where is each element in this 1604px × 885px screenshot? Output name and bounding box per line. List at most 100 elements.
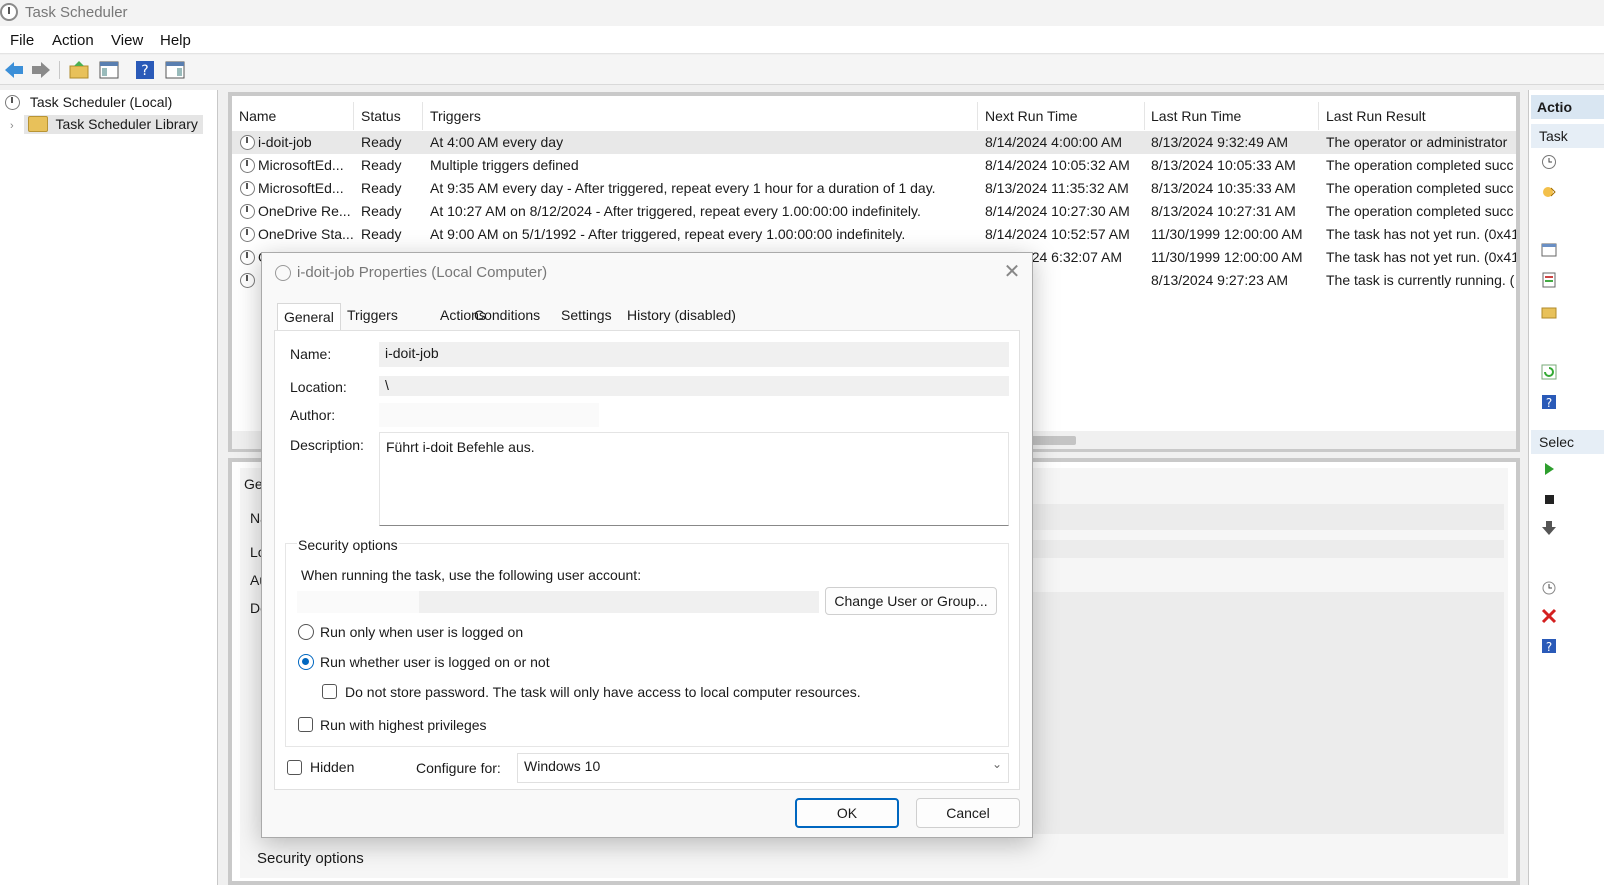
- security-options-title: Security options: [297, 537, 399, 553]
- column-header-name[interactable]: Name: [239, 108, 276, 124]
- column-divider[interactable]: [977, 102, 978, 130]
- folder-up-icon[interactable]: [68, 59, 90, 81]
- menu-file[interactable]: File: [10, 32, 34, 49]
- help-icon[interactable]: ?: [134, 59, 156, 81]
- task-clock-icon: [240, 158, 255, 173]
- hidden-checkbox[interactable]: [287, 760, 302, 775]
- table-row[interactable]: MicrosoftEd... Ready Multiple triggers def…: [232, 154, 1516, 177]
- tab-settings[interactable]: Settings: [561, 307, 612, 329]
- horizontal-scrollbar-thumb[interactable]: [1030, 436, 1076, 445]
- actions-section-task[interactable]: Task: [1531, 124, 1604, 148]
- column-header-last-run-time[interactable]: Last Run Time: [1151, 108, 1241, 124]
- cell-next-run-time: 8/14/2024 4:00:00 AM: [985, 134, 1122, 150]
- tree-item-library[interactable]: › Task Scheduler Library: [10, 115, 203, 137]
- table-row[interactable]: OneDrive Re... Ready At 10:27 AM on 8/12/2…: [232, 200, 1516, 223]
- hidden-label[interactable]: Hidden: [310, 759, 354, 775]
- cell-last-run-result: The operator or administrator: [1326, 134, 1508, 150]
- disable-down-arrow-icon[interactable]: [1541, 520, 1557, 536]
- show-hide-action-pane-icon[interactable]: [164, 59, 186, 81]
- tab-history[interactable]: History (disabled): [627, 307, 736, 329]
- radio-run-whether[interactable]: [298, 654, 314, 670]
- column-divider[interactable]: [1144, 102, 1145, 130]
- cell-next-run-time: 8/14/2024 10:05:32 AM: [985, 157, 1130, 173]
- cell-triggers: At 10:27 AM on 8/12/2024 - After trigger…: [430, 203, 921, 219]
- close-icon[interactable]: ✕: [998, 259, 1026, 285]
- table-row[interactable]: i-doit-job Ready At 4:00 AM every day 8/14/…: [232, 131, 1516, 154]
- import-task-icon[interactable]: [1541, 184, 1557, 200]
- menu-view[interactable]: View: [111, 32, 143, 49]
- tree-item-root[interactable]: Task Scheduler (Local): [5, 94, 172, 116]
- svg-text:?: ?: [141, 63, 148, 79]
- actions-pane: Actio Task ? Selec ?: [1528, 90, 1604, 885]
- radio-run-whether-label[interactable]: Run whether user is logged on or not: [320, 654, 550, 670]
- svg-text:?: ?: [1546, 640, 1552, 654]
- details-name-field: [1030, 504, 1504, 530]
- delete-x-icon[interactable]: [1541, 608, 1557, 624]
- cell-last-run-result: The operation completed succ: [1326, 157, 1514, 173]
- help-icon[interactable]: ?: [1541, 638, 1557, 654]
- task-clock-icon: [240, 250, 255, 265]
- user-account-name-redacted: [297, 591, 419, 613]
- actions-section-selected[interactable]: Selec: [1531, 430, 1604, 454]
- radio-run-logged-on-label[interactable]: Run only when user is logged on: [320, 624, 523, 640]
- column-header-triggers[interactable]: Triggers: [430, 108, 481, 124]
- ok-button[interactable]: OK: [795, 798, 899, 828]
- general-tab-page: Name: i-doit-job Location: \ Author: Des…: [274, 330, 1020, 790]
- author-label: Author:: [290, 407, 336, 423]
- toolbar-separator: [59, 61, 60, 79]
- no-store-password-checkbox[interactable]: [322, 684, 337, 699]
- create-basic-task-icon[interactable]: [1541, 154, 1557, 170]
- end-stop-icon[interactable]: [1541, 491, 1557, 507]
- forward-arrow-icon[interactable]: [30, 59, 52, 81]
- new-folder-icon[interactable]: [1541, 304, 1557, 320]
- column-divider[interactable]: [353, 102, 354, 130]
- chevron-right-icon[interactable]: ›: [10, 120, 14, 132]
- menu-help[interactable]: Help: [160, 32, 191, 49]
- no-store-password-label[interactable]: Do not store password. The task will onl…: [345, 684, 861, 700]
- table-row[interactable]: OneDrive Sta... Ready At 9:00 AM on 5/1/19…: [232, 223, 1516, 246]
- cancel-button[interactable]: Cancel: [916, 798, 1020, 828]
- change-user-button[interactable]: Change User or Group...: [825, 587, 997, 615]
- cell-last-run-result: The task has not yet run. (0x41: [1326, 249, 1519, 265]
- column-header-next-run-time[interactable]: Next Run Time: [985, 108, 1078, 124]
- column-header-status[interactable]: Status: [361, 108, 401, 124]
- highest-privileges-label[interactable]: Run with highest privileges: [320, 717, 487, 733]
- chevron-down-icon: ⌄: [991, 757, 1002, 771]
- highest-privileges-checkbox[interactable]: [298, 717, 313, 732]
- user-account-text: When running the task, use the following…: [301, 567, 642, 583]
- details-description-field: [1030, 592, 1504, 834]
- enable-history-icon[interactable]: [1541, 272, 1557, 288]
- author-field[interactable]: [379, 403, 599, 427]
- run-play-icon[interactable]: [1541, 461, 1557, 477]
- refresh-icon[interactable]: [1541, 364, 1557, 380]
- help-icon[interactable]: ?: [1541, 394, 1557, 410]
- menu-action[interactable]: Action: [52, 32, 94, 49]
- configure-for-label: Configure for:: [416, 760, 501, 776]
- column-divider[interactable]: [1318, 102, 1319, 130]
- tab-conditions[interactable]: Conditions: [474, 307, 540, 329]
- cell-status: Ready: [361, 203, 402, 219]
- name-label: Name:: [290, 346, 332, 362]
- title-bar: Task Scheduler: [0, 0, 1604, 26]
- tab-general[interactable]: General: [277, 303, 341, 331]
- task-clock-icon: [240, 273, 255, 288]
- cell-status: Ready: [361, 180, 402, 196]
- description-field[interactable]: Führt i-doit Befehle aus.: [379, 432, 1009, 526]
- column-header-last-run-result[interactable]: Last Run Result: [1326, 108, 1426, 124]
- cell-last-run-time: 8/13/2024 10:27:31 AM: [1151, 203, 1296, 219]
- tree-item-root-label: Task Scheduler (Local): [29, 94, 173, 110]
- show-hide-console-tree-icon[interactable]: [98, 59, 120, 81]
- name-field[interactable]: i-doit-job: [379, 342, 1009, 367]
- back-arrow-icon[interactable]: [3, 59, 25, 81]
- dialog-title: i-doit-job Properties (Local Computer): [297, 264, 548, 281]
- configure-for-dropdown[interactable]: Windows 10 ⌄: [517, 753, 1009, 783]
- column-divider[interactable]: [422, 102, 423, 130]
- cell-last-run-time: 8/13/2024 9:27:23 AM: [1151, 272, 1288, 288]
- radio-run-logged-on[interactable]: [298, 624, 314, 640]
- table-row[interactable]: MicrosoftEd... Ready At 9:35 AM every day …: [232, 177, 1516, 200]
- cell-last-run-time: 8/13/2024 9:32:49 AM: [1151, 134, 1288, 150]
- cell-triggers: Multiple triggers defined: [430, 157, 579, 173]
- display-running-tasks-icon[interactable]: [1541, 242, 1557, 258]
- tab-triggers[interactable]: Triggers: [347, 307, 398, 329]
- properties-clock-icon[interactable]: [1541, 580, 1557, 596]
